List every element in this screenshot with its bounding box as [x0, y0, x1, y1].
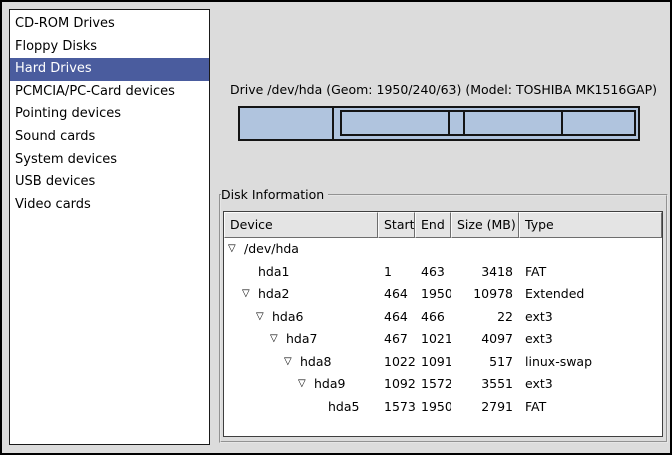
table-row-hda6[interactable]: ▽hda6 464 466 22 ext3 [224, 306, 662, 329]
size-value: 3418 [451, 261, 519, 284]
sidebar-item-sound-cards[interactable]: Sound cards [10, 126, 209, 149]
type-value: Extended [519, 283, 662, 306]
expander-icon[interactable]: ▽ [242, 283, 258, 306]
size-value: 4097 [451, 328, 519, 351]
table-row-hda7[interactable]: ▽hda7 467 1021 4097 ext3 [224, 328, 662, 351]
expander-icon[interactable]: ▽ [284, 351, 300, 374]
sidebar-item-pointing[interactable]: Pointing devices [10, 103, 209, 126]
expander-icon[interactable]: ▽ [270, 328, 286, 351]
end-value: 1950 [415, 396, 451, 419]
partition-divider-hda9 [561, 112, 563, 134]
extended-partition-hda2 [340, 110, 636, 136]
device-category-list: CD-ROM Drives Floppy Disks Hard Drives P… [9, 9, 210, 445]
sidebar-item-video-cards[interactable]: Video cards [10, 194, 209, 217]
device-name: hda6 [272, 306, 303, 329]
drive-title: Drive /dev/hda (Geom: 1950/240/63) (Mode… [219, 82, 668, 97]
sidebar-item-system-devices[interactable]: System devices [10, 149, 209, 172]
table-row-dev-hda[interactable]: ▽/dev/hda [224, 238, 662, 261]
table-row-hda8[interactable]: ▽hda8 1022 1091 517 linux-swap [224, 351, 662, 374]
type-value: linux-swap [519, 351, 662, 374]
table-row-hda9[interactable]: ▽hda9 1092 1572 3551 ext3 [224, 373, 662, 396]
end-value: 1091 [415, 351, 451, 374]
size-value: 3551 [451, 373, 519, 396]
disk-information-frame: Disk Information Device Start End Size (… [219, 194, 668, 443]
end-value: 1950 [415, 283, 451, 306]
column-header-end[interactable]: End [415, 212, 451, 238]
expander-icon[interactable]: ▽ [256, 306, 272, 329]
partition-divider-hda7 [448, 112, 450, 134]
end-value [415, 238, 451, 261]
start-value: 1092 [378, 373, 415, 396]
type-value: ext3 [519, 328, 662, 351]
device-name: hda9 [314, 373, 345, 396]
size-value: 22 [451, 306, 519, 329]
device-name: /dev/hda [244, 238, 299, 261]
hardware-browser-window: { "sidebar": { "items": [ { "label": "CD… [0, 0, 672, 455]
device-name: hda1 [258, 261, 289, 284]
size-value: 10978 [451, 283, 519, 306]
type-value: ext3 [519, 306, 662, 329]
device-name: hda5 [328, 396, 359, 419]
start-value: 464 [378, 306, 415, 329]
type-value [519, 238, 662, 261]
column-header-start[interactable]: Start [378, 212, 415, 238]
device-name: hda7 [286, 328, 317, 351]
sidebar-item-usb-devices[interactable]: USB devices [10, 171, 209, 194]
partition-bar-segments [240, 108, 638, 139]
sidebar-item-cdrom-drives[interactable]: CD-ROM Drives [10, 13, 209, 36]
partition-divider-hda8 [463, 112, 465, 134]
end-value: 1021 [415, 328, 451, 351]
type-value: FAT [519, 396, 662, 419]
sidebar-item-pcmcia[interactable]: PCMCIA/PC-Card devices [10, 81, 209, 104]
table-row-hda1[interactable]: ▽hda1 1 463 3418 FAT [224, 261, 662, 284]
expander-icon[interactable]: ▽ [298, 373, 314, 396]
start-value: 464 [378, 283, 415, 306]
type-value: ext3 [519, 373, 662, 396]
disk-information-label: Disk Information [221, 187, 328, 203]
size-value: 517 [451, 351, 519, 374]
sidebar-item-floppy-disks[interactable]: Floppy Disks [10, 36, 209, 59]
type-value: FAT [519, 261, 662, 284]
column-header-device[interactable]: Device [224, 212, 378, 238]
end-value: 463 [415, 261, 451, 284]
device-name: hda2 [258, 283, 289, 306]
end-value: 1572 [415, 373, 451, 396]
size-value [451, 238, 519, 261]
expander-icon[interactable]: ▽ [228, 238, 244, 261]
table-row-hda2[interactable]: ▽hda2 464 1950 10978 Extended [224, 283, 662, 306]
table-row-hda5[interactable]: ▽hda5 1573 1950 2791 FAT [224, 396, 662, 419]
size-value: 2791 [451, 396, 519, 419]
start-value: 1573 [378, 396, 415, 419]
partition-bar [238, 106, 640, 141]
start-value: 1022 [378, 351, 415, 374]
sidebar-item-hard-drives[interactable]: Hard Drives [10, 58, 209, 81]
column-header-size[interactable]: Size (MB) [451, 212, 519, 238]
device-name: hda8 [300, 351, 331, 374]
table-header-row: Device Start End Size (MB) Type [224, 212, 662, 238]
column-header-type[interactable]: Type [519, 212, 662, 238]
start-value [378, 238, 415, 261]
start-value: 1 [378, 261, 415, 284]
disk-information-table: Device Start End Size (MB) Type ▽/dev/hd… [223, 211, 663, 437]
end-value: 466 [415, 306, 451, 329]
partition-divider-hda1 [332, 108, 334, 139]
start-value: 467 [378, 328, 415, 351]
